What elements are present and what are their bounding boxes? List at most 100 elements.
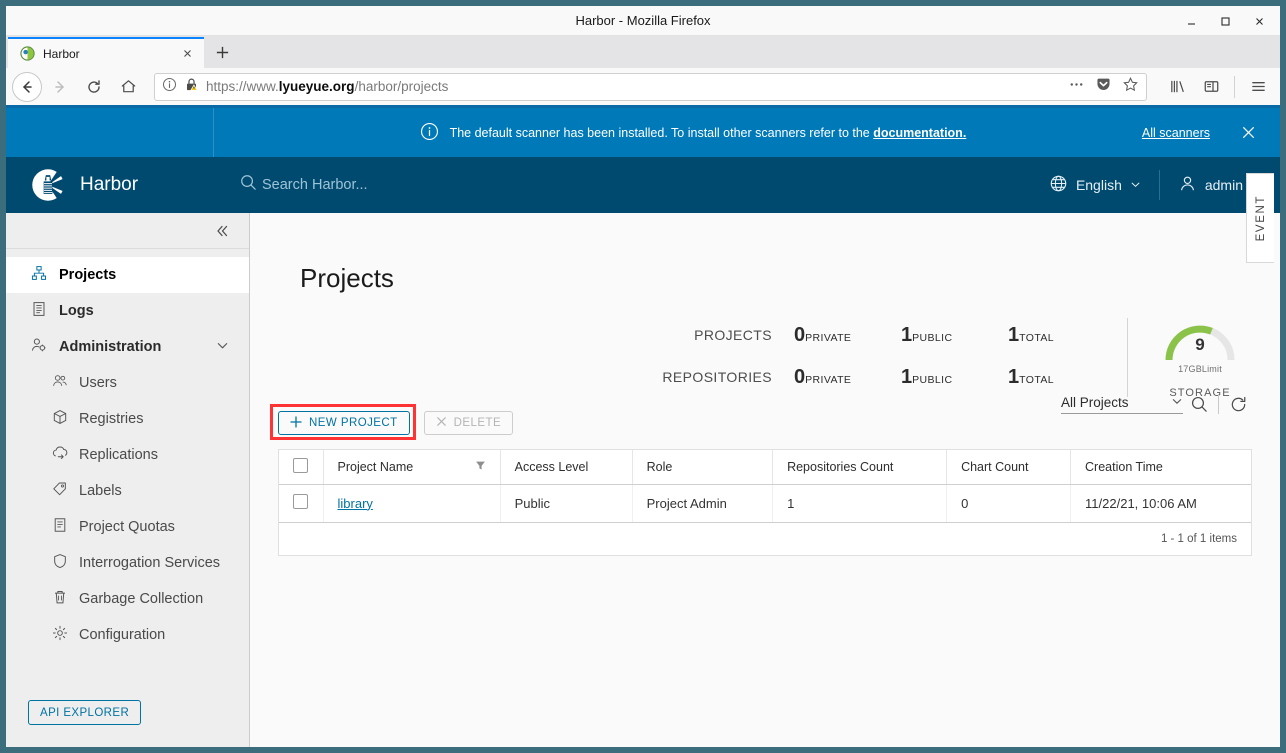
sidebar-item-users[interactable]: Users xyxy=(6,365,249,401)
select-all-checkbox[interactable] xyxy=(293,457,308,473)
project-link[interactable]: library xyxy=(338,496,373,511)
sidebar-item-label: Labels xyxy=(79,483,122,499)
column-label: Chart Count xyxy=(961,459,1029,474)
pocket-icon[interactable] xyxy=(1095,76,1112,98)
language-selector[interactable]: English xyxy=(1031,157,1159,213)
sidebar-nav-list: Projects Logs Administration Users Regis… xyxy=(6,249,249,653)
garbage-collection-icon xyxy=(52,589,68,609)
column-repositories-count[interactable]: Repositories Count xyxy=(772,450,948,485)
stat-number: 1 xyxy=(1008,365,1020,388)
bookmark-star-icon[interactable] xyxy=(1122,76,1139,98)
sidebar-item-label: Interrogation Services xyxy=(79,555,221,571)
column-access-level[interactable]: Access Level xyxy=(500,450,633,485)
firefox-window: Harbor - Mozilla Firefox Harbor https://… xyxy=(0,0,1286,753)
users-icon xyxy=(52,373,68,393)
projects-icon xyxy=(31,265,47,285)
reload-button-icon[interactable] xyxy=(78,72,110,102)
close-x-icon xyxy=(436,416,447,430)
banner-left-spacer xyxy=(6,108,214,157)
sidebar-item-labels[interactable]: Labels xyxy=(6,473,249,509)
statistics-grid: PROJECTS 0PRIVATE 1PUBLIC 1TOTAL REPOSIT… xyxy=(662,316,1115,399)
documentation-link[interactable]: documentation. xyxy=(873,126,966,140)
forward-button-icon xyxy=(44,72,76,102)
sidebar-item-interrogation-services[interactable]: Interrogation Services xyxy=(6,545,249,581)
sidebar-item-projects[interactable]: Projects xyxy=(6,257,249,293)
cell-chart-count: 0 xyxy=(946,484,1072,523)
event-side-tab[interactable]: EVENT xyxy=(1246,173,1274,263)
api-explorer-button[interactable]: API EXPLORER xyxy=(28,700,142,725)
stat-unit: PUBLIC xyxy=(912,373,953,386)
sidebar-item-project-quotas[interactable]: Project Quotas xyxy=(6,509,249,545)
stat-projects-total: 1TOTAL xyxy=(1008,316,1115,354)
sidebar-item-administration[interactable]: Administration xyxy=(6,329,249,365)
new-tab-button[interactable] xyxy=(204,37,240,68)
sidebar-footer: API EXPLORER xyxy=(6,700,249,747)
user-avatar-icon xyxy=(1178,174,1197,196)
stat-projects-public: 1PUBLIC xyxy=(901,316,1008,354)
table-row[interactable]: library Public Project Admin 1 0 11/22/2… xyxy=(279,484,1251,523)
labels-icon xyxy=(52,481,68,501)
project-scope-select[interactable]: All Projects xyxy=(1061,395,1183,414)
stat-number: 1 xyxy=(901,365,913,388)
info-circle-icon xyxy=(420,122,439,144)
minimize-button[interactable] xyxy=(1174,8,1208,34)
new-project-button[interactable]: NEW PROJECT xyxy=(278,411,410,435)
column-creation-time[interactable]: Creation Time xyxy=(1070,450,1251,485)
sidebar: Projects Logs Administration Users Regis… xyxy=(6,213,250,747)
sidebar-item-configuration[interactable]: Configuration xyxy=(6,617,249,653)
page-actions-menu-icon[interactable] xyxy=(1068,76,1085,98)
stat-row-label: PROJECTS xyxy=(694,327,772,343)
url-bar[interactable]: https://www.lyueyue.org/harbor/projects xyxy=(154,72,1147,101)
sidebars-icon[interactable] xyxy=(1195,72,1227,102)
back-button-icon[interactable] xyxy=(12,71,42,102)
harbor-header-right: English admin xyxy=(1031,157,1280,213)
cell-project-name: library xyxy=(323,484,501,523)
sidebar-item-label: Garbage Collection xyxy=(79,591,204,607)
storage-value: 9 xyxy=(1195,335,1205,354)
banner-message-text: The default scanner has been installed. … xyxy=(449,125,967,140)
sidebar-item-registries[interactable]: Registries xyxy=(6,401,249,437)
home-button-icon[interactable] xyxy=(112,72,144,102)
statistics-panel: PROJECTS 0PRIVATE 1PUBLIC 1TOTAL REPOSIT… xyxy=(250,316,1280,399)
toolbar-divider xyxy=(1234,75,1235,98)
harbor-brand-label: Harbor xyxy=(80,174,139,195)
window-title: Harbor - Mozilla Firefox xyxy=(575,13,711,28)
harbor-logo-icon xyxy=(30,167,66,203)
url-text: https://www.lyueyue.org/harbor/projects xyxy=(206,79,449,94)
sidebar-collapse-button[interactable] xyxy=(6,213,249,249)
harbor-search[interactable]: Search Harbor... xyxy=(239,173,368,197)
sidebar-item-replications[interactable]: Replications xyxy=(6,437,249,473)
sidebar-item-logs[interactable]: Logs xyxy=(6,293,249,329)
main-content: Projects PROJECTS 0PRIVATE 1PUBLIC 1TOTA… xyxy=(250,213,1280,747)
column-project-name[interactable]: Project Name xyxy=(323,450,501,485)
banner-close-icon[interactable] xyxy=(1236,121,1260,145)
harbor-brand[interactable]: Harbor xyxy=(6,167,214,203)
column-chart-count[interactable]: Chart Count xyxy=(946,450,1072,485)
maximize-button[interactable] xyxy=(1208,8,1242,34)
search-icon[interactable] xyxy=(1183,391,1215,417)
column-role[interactable]: Role xyxy=(632,450,774,485)
hamburger-menu-icon[interactable] xyxy=(1242,72,1274,102)
sidebar-item-garbage-collection[interactable]: Garbage Collection xyxy=(6,581,249,617)
row-checkbox[interactable] xyxy=(293,494,308,509)
cell-role: Project Admin xyxy=(632,484,774,523)
funnel-filter-icon[interactable] xyxy=(453,460,486,474)
sidebar-item-label: Logs xyxy=(59,303,94,319)
filter-divider xyxy=(1218,394,1219,414)
sidebar-item-label: Projects xyxy=(59,267,117,283)
browser-tab-harbor[interactable]: Harbor xyxy=(8,37,204,68)
tab-close-icon[interactable] xyxy=(178,45,196,63)
library-icon[interactable] xyxy=(1161,72,1193,102)
search-icon xyxy=(239,173,258,197)
refresh-icon[interactable] xyxy=(1222,391,1254,417)
table-body: library Public Project Admin 1 0 11/22/2… xyxy=(279,484,1251,523)
all-scanners-link[interactable]: All scanners xyxy=(1142,126,1210,140)
insecure-lock-warning-icon[interactable] xyxy=(184,77,199,97)
harbor-application: The default scanner has been installed. … xyxy=(6,108,1280,747)
page-info-icon[interactable] xyxy=(162,77,177,97)
harbor-header: Harbor Search Harbor... English admin xyxy=(6,157,1280,213)
close-button[interactable] xyxy=(1242,8,1276,34)
stat-number: 0 xyxy=(794,324,806,346)
chevron-down-icon[interactable] xyxy=(216,339,229,355)
stat-repositories-total: 1TOTAL xyxy=(1008,358,1115,396)
